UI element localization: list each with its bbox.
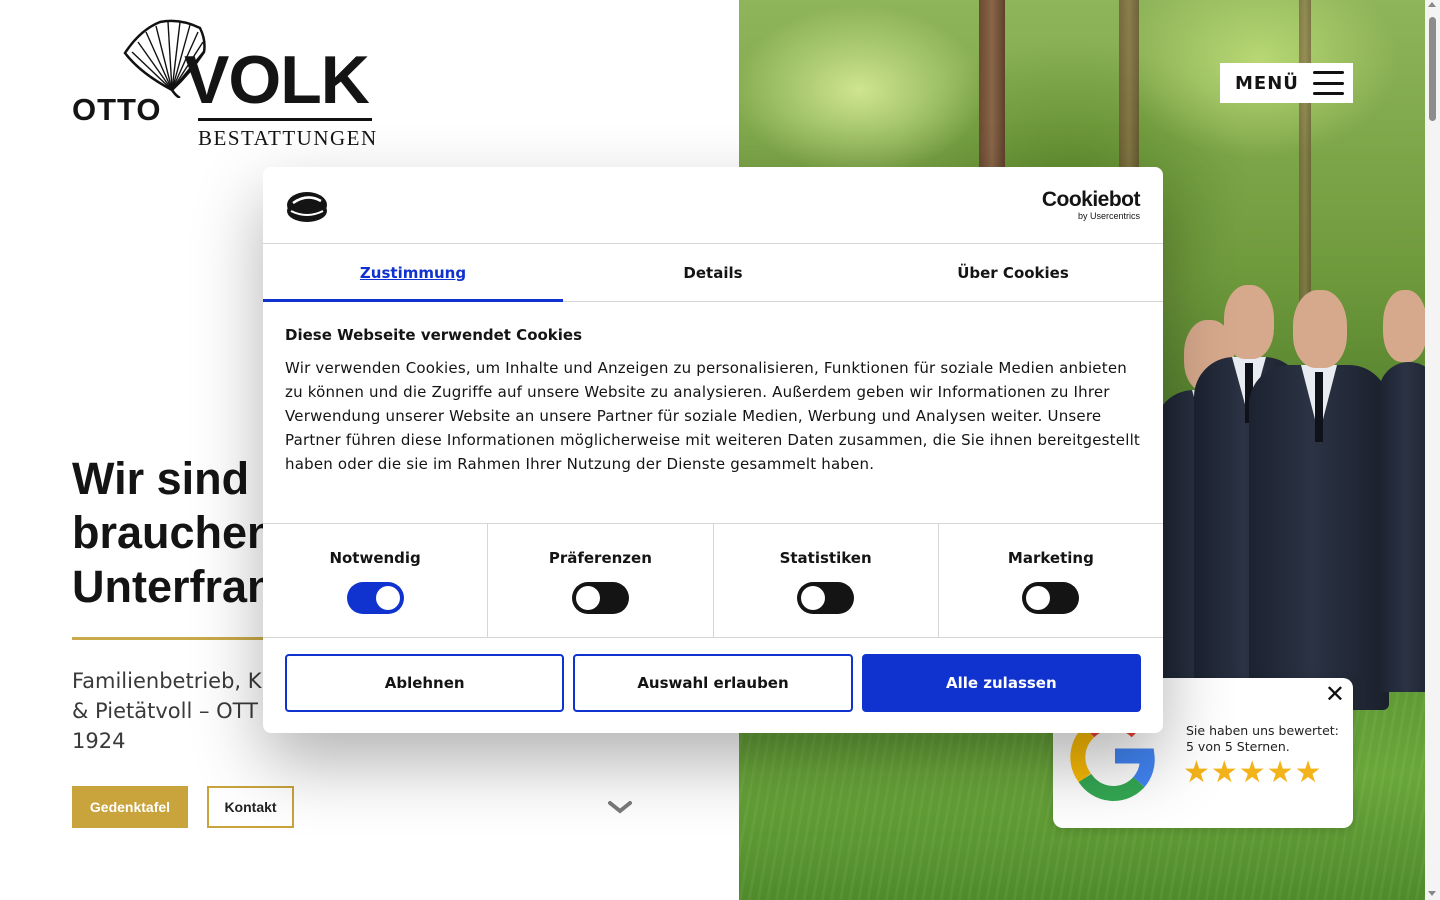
close-icon[interactable]: ✕: [1325, 682, 1345, 706]
category-label: Präferenzen: [548, 549, 652, 567]
logo-volk: VOLK: [184, 42, 370, 118]
cookie-category-switches: Notwendig Präferenzen Statistiken Market…: [263, 523, 1163, 638]
headline-divider: [72, 637, 268, 640]
cookiebot-name: Cookiebot: [1041, 188, 1141, 211]
deny-button[interactable]: Ablehnen: [285, 654, 565, 712]
tab-consent[interactable]: Zustimmung: [263, 244, 563, 302]
logo-tagline: BESTATTUNGEN: [198, 126, 378, 150]
allow-selection-button[interactable]: Auswahl erlauben: [573, 654, 853, 712]
memorial-board-button[interactable]: Gedenktafel: [72, 786, 188, 828]
headline-line: brauchen: [72, 507, 275, 558]
cookie-actions: Ablehnen Auswahl erlauben Alle zulassen: [263, 638, 1163, 712]
menu-label: MENÜ: [1235, 72, 1299, 94]
rating-text-line2: 5 von 5 Sternen.: [1186, 739, 1290, 754]
cookie-logo-icon: [287, 192, 327, 222]
category-label: Marketing: [1007, 549, 1094, 567]
cookie-title: Diese Webseite verwendet Cookies: [285, 326, 583, 344]
headline-line: Wir sind d: [72, 453, 290, 504]
scroll-down-icon[interactable]: [1428, 891, 1436, 896]
star-rating-icon: ★★★★★: [1183, 755, 1323, 790]
statistics-toggle[interactable]: [797, 582, 855, 614]
cookie-body-text: Wir verwenden Cookies, um Inhalte und An…: [285, 359, 1141, 473]
category-preferences: Präferenzen: [488, 524, 714, 637]
cookie-tabs: Zustimmung Details Über Cookies: [263, 244, 1163, 302]
chevron-down-icon[interactable]: [606, 798, 634, 816]
subline-line: 1924: [72, 729, 126, 753]
menu-button[interactable]: MENÜ: [1220, 63, 1353, 103]
necessary-toggle[interactable]: [346, 582, 404, 614]
contact-button[interactable]: Kontakt: [207, 786, 294, 828]
cookiebot-brand[interactable]: Cookiebot by Usercentrics: [1041, 188, 1141, 221]
cookie-description: Diese Webseite verwendet Cookies Wir ver…: [263, 302, 1163, 523]
logo-otto: OTTO: [72, 92, 162, 127]
page-scrollbar[interactable]: [1425, 0, 1440, 900]
category-marketing: Marketing: [939, 524, 1163, 637]
subline-line: & Pietätvoll – OTT: [72, 699, 258, 723]
category-necessary: Notwendig: [263, 524, 489, 637]
marketing-toggle[interactable]: [1022, 582, 1080, 614]
rating-text-line1: Sie haben uns bewertet:: [1186, 723, 1339, 738]
subline-line: Familienbetrieb, K: [72, 669, 262, 693]
category-statistics: Statistiken: [714, 524, 939, 637]
scroll-up-icon[interactable]: [1428, 2, 1436, 7]
cookie-consent-dialog: Cookiebot by Usercentrics Zustimmung Det…: [263, 167, 1163, 733]
allow-all-button[interactable]: Alle zulassen: [861, 654, 1141, 712]
scrollbar-thumb[interactable]: [1429, 17, 1436, 121]
hamburger-icon: [1313, 71, 1344, 95]
category-label: Statistiken: [779, 549, 872, 567]
site-logo[interactable]: OTTO VOLK BESTATTUNGEN: [72, 18, 376, 150]
preferences-toggle[interactable]: [571, 582, 629, 614]
cookiebot-byline: by Usercentrics: [1077, 211, 1140, 221]
cookie-dialog-header: Cookiebot by Usercentrics: [263, 167, 1163, 244]
tab-about-cookies[interactable]: Über Cookies: [863, 244, 1163, 301]
logo-rule: [198, 118, 372, 121]
headline-line: Unterfran: [72, 561, 275, 612]
tab-details[interactable]: Details: [563, 244, 863, 301]
category-label: Notwendig: [329, 549, 421, 567]
